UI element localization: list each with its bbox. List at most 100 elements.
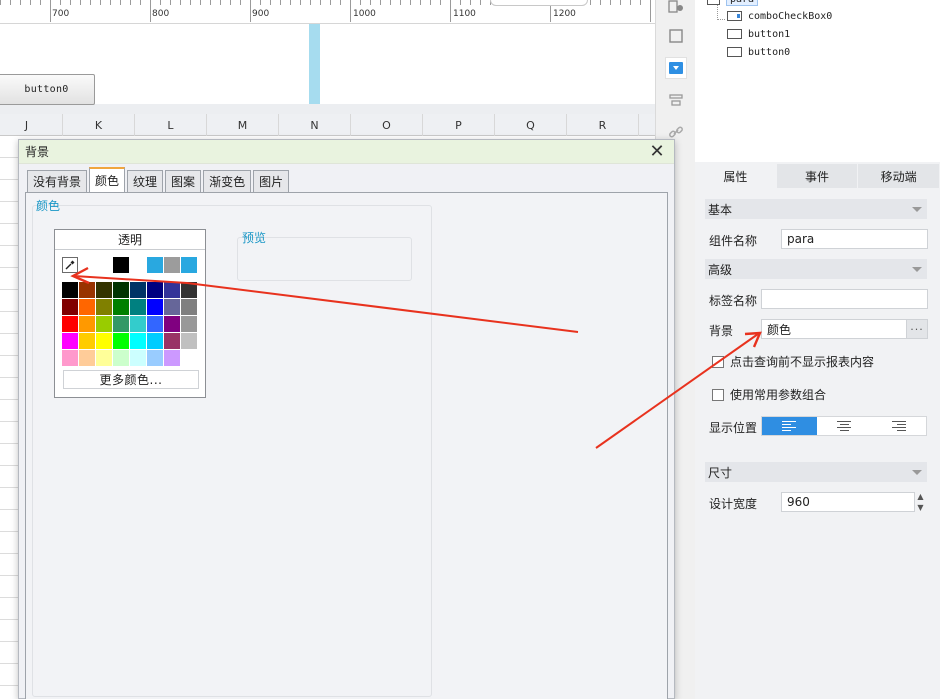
recent-color-swatch[interactable] bbox=[164, 257, 180, 273]
tree-root-item[interactable]: para bbox=[707, 0, 759, 6]
stepper-up-icon[interactable]: ▲ bbox=[917, 492, 923, 501]
tab-no-background[interactable]: 没有背景 bbox=[27, 170, 88, 192]
color-swatch[interactable] bbox=[181, 316, 197, 332]
common-params-option[interactable]: 使用常用参数组合 bbox=[712, 386, 826, 403]
eyedropper-icon[interactable] bbox=[62, 257, 78, 273]
background-more-button[interactable]: ··· bbox=[906, 319, 928, 339]
design-width-stepper[interactable]: ▲ ▼ bbox=[914, 492, 927, 512]
component-name-input[interactable]: para bbox=[781, 229, 928, 249]
background-value-field[interactable]: 颜色 bbox=[761, 319, 907, 339]
column-header-cell[interactable]: L bbox=[135, 114, 207, 136]
color-swatch[interactable] bbox=[79, 316, 95, 332]
frame-icon[interactable] bbox=[665, 25, 687, 47]
recent-color-swatch[interactable] bbox=[113, 257, 129, 273]
color-swatch[interactable] bbox=[113, 333, 129, 349]
recent-color-swatch[interactable] bbox=[181, 257, 197, 273]
column-header-cell[interactable]: K bbox=[63, 114, 135, 136]
color-swatch[interactable] bbox=[96, 350, 112, 366]
section-size[interactable]: 尺寸 bbox=[705, 462, 927, 482]
color-swatch[interactable] bbox=[147, 282, 163, 298]
color-swatch[interactable] bbox=[147, 333, 163, 349]
stepper-down-icon[interactable]: ▼ bbox=[917, 503, 923, 512]
color-swatch[interactable] bbox=[113, 299, 129, 315]
color-swatch[interactable] bbox=[164, 350, 180, 366]
color-swatch[interactable] bbox=[62, 299, 78, 315]
tab-color[interactable]: 颜色 bbox=[89, 167, 126, 192]
color-swatch[interactable] bbox=[96, 282, 112, 298]
section-advanced[interactable]: 高级 bbox=[705, 259, 927, 279]
color-swatch[interactable] bbox=[62, 316, 78, 332]
tab-mobile[interactable]: 移动端 bbox=[858, 164, 940, 188]
column-header-cell[interactable]: P bbox=[423, 114, 495, 136]
design-surface-right[interactable] bbox=[320, 24, 655, 104]
color-swatch[interactable] bbox=[96, 333, 112, 349]
color-swatch[interactable] bbox=[147, 299, 163, 315]
layout-guide[interactable] bbox=[309, 24, 320, 104]
color-swatch[interactable] bbox=[113, 350, 129, 366]
color-swatch[interactable] bbox=[79, 299, 95, 315]
column-header-cell[interactable]: R bbox=[567, 114, 639, 136]
common-params-checkbox[interactable] bbox=[712, 388, 724, 401]
design-surface[interactable]: button0 bbox=[0, 24, 309, 105]
column-header-cell[interactable]: Q bbox=[495, 114, 567, 136]
color-swatch[interactable] bbox=[181, 333, 197, 349]
column-header-cell[interactable]: N bbox=[279, 114, 351, 136]
tree-item[interactable]: button0 bbox=[727, 44, 790, 60]
tab-properties[interactable]: 属性 bbox=[695, 164, 777, 188]
color-swatch[interactable] bbox=[79, 350, 95, 366]
combobox-widget-icon[interactable] bbox=[665, 57, 687, 79]
widget-info-icon[interactable] bbox=[665, 0, 687, 18]
align-center-button[interactable] bbox=[817, 417, 872, 435]
color-swatch[interactable] bbox=[130, 299, 146, 315]
color-swatch[interactable] bbox=[79, 282, 95, 298]
recent-color-swatch[interactable] bbox=[96, 257, 112, 273]
design-width-input[interactable]: 960 bbox=[781, 492, 915, 512]
tab-gradient[interactable]: 渐变色 bbox=[203, 170, 252, 192]
color-swatch[interactable] bbox=[62, 350, 78, 366]
color-swatch[interactable] bbox=[181, 350, 197, 366]
column-header-cell[interactable]: O bbox=[351, 114, 423, 136]
hide-before-query-checkbox[interactable] bbox=[712, 355, 724, 368]
color-swatch[interactable] bbox=[113, 282, 129, 298]
align-left-button[interactable] bbox=[762, 417, 817, 435]
color-swatch[interactable] bbox=[96, 316, 112, 332]
color-swatch[interactable] bbox=[164, 316, 180, 332]
color-swatch[interactable] bbox=[62, 282, 78, 298]
more-colors-button[interactable]: 更多颜色... bbox=[63, 370, 199, 389]
transparent-button[interactable]: 透明 bbox=[55, 230, 205, 250]
tab-texture[interactable]: 纹理 bbox=[127, 170, 164, 192]
align-right-button[interactable] bbox=[871, 417, 926, 435]
color-swatch[interactable] bbox=[62, 333, 78, 349]
color-swatch[interactable] bbox=[130, 333, 146, 349]
tab-pattern[interactable]: 图案 bbox=[165, 170, 202, 192]
layers-icon[interactable] bbox=[665, 89, 687, 111]
tree-item[interactable]: comboCheckBox0 bbox=[727, 8, 832, 24]
tree-item[interactable]: button1 bbox=[727, 26, 790, 42]
recent-color-swatch[interactable] bbox=[130, 257, 146, 273]
color-swatch[interactable] bbox=[96, 299, 112, 315]
color-swatch[interactable] bbox=[181, 282, 197, 298]
close-icon[interactable]: ✕ bbox=[648, 142, 666, 162]
tab-image[interactable]: 图片 bbox=[253, 170, 290, 192]
color-swatch[interactable] bbox=[181, 299, 197, 315]
color-swatch[interactable] bbox=[164, 282, 180, 298]
color-swatch[interactable] bbox=[130, 350, 146, 366]
recent-color-swatch[interactable] bbox=[147, 257, 163, 273]
color-swatch[interactable] bbox=[164, 333, 180, 349]
dialog-title-bar[interactable]: 背景 bbox=[19, 140, 674, 164]
canvas-button0[interactable]: button0 bbox=[0, 74, 95, 105]
color-swatch[interactable] bbox=[147, 316, 163, 332]
tag-name-input[interactable] bbox=[761, 289, 928, 309]
color-swatch[interactable] bbox=[130, 316, 146, 332]
column-header-cell[interactable]: J bbox=[0, 114, 63, 136]
ruler-handle[interactable] bbox=[490, 0, 588, 6]
color-swatch[interactable] bbox=[164, 299, 180, 315]
color-swatch[interactable] bbox=[113, 316, 129, 332]
color-swatch[interactable] bbox=[147, 350, 163, 366]
color-swatch[interactable] bbox=[79, 333, 95, 349]
column-header-cell[interactable]: M bbox=[207, 114, 279, 136]
section-basic[interactable]: 基本 bbox=[705, 199, 927, 219]
color-swatch[interactable] bbox=[130, 282, 146, 298]
hide-before-query-option[interactable]: 点击查询前不显示报表内容 bbox=[712, 353, 874, 370]
tab-events[interactable]: 事件 bbox=[776, 164, 859, 188]
